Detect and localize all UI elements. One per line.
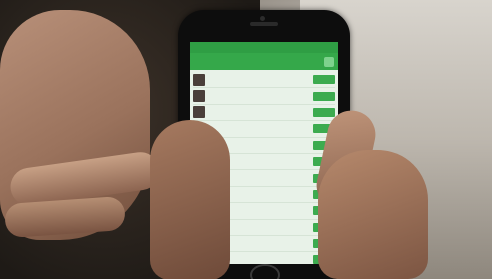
photo-scene: [0, 0, 492, 279]
home-button[interactable]: [250, 264, 280, 279]
install-button[interactable]: [313, 107, 335, 117]
list-item[interactable]: [193, 72, 335, 89]
status-bar: [190, 42, 338, 53]
install-button[interactable]: [313, 91, 335, 101]
sticker-thumbnail: [193, 106, 205, 119]
list-item[interactable]: [193, 105, 335, 122]
right-hand: [318, 150, 428, 279]
list-item[interactable]: [193, 88, 335, 105]
sticker-thumbnail: [193, 90, 205, 103]
speaker-grille: [250, 22, 278, 26]
holding-hand: [150, 120, 230, 279]
install-button[interactable]: [313, 75, 335, 85]
app-menu-icon[interactable]: [324, 56, 334, 67]
camera-icon: [260, 16, 265, 21]
app-navbar: [190, 53, 338, 70]
sticker-thumbnail: [193, 73, 205, 86]
